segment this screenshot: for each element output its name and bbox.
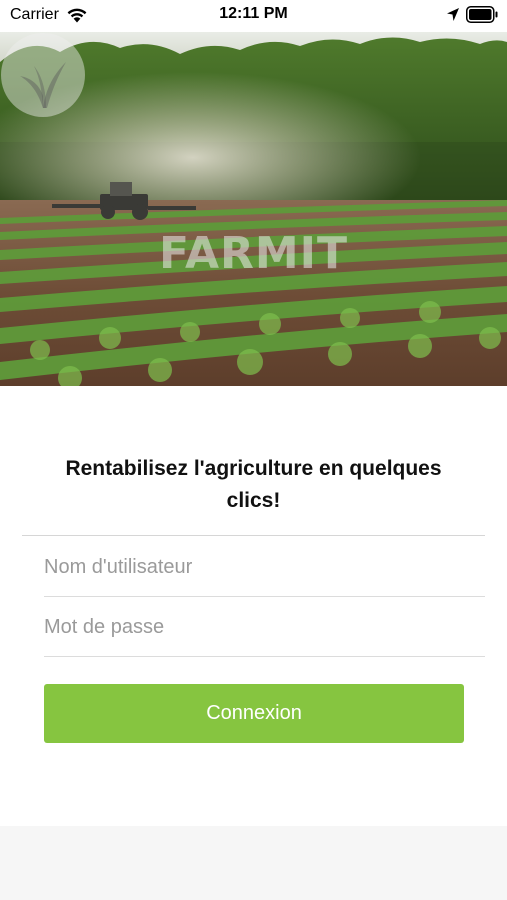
status-bar: Carrier 12:11 PM xyxy=(0,0,507,32)
footer-bar xyxy=(0,826,507,900)
divider xyxy=(44,656,485,657)
tagline: Rentabilisez l'agriculture en quelques c… xyxy=(65,457,442,512)
brand-logo: FARMIT xyxy=(0,32,507,386)
status-time: 12:11 PM xyxy=(219,5,288,22)
battery-icon xyxy=(466,6,498,23)
divider xyxy=(44,596,485,597)
divider xyxy=(22,535,485,536)
sprout-logo-icon xyxy=(1,33,85,117)
location-icon xyxy=(447,8,459,21)
hero-image: FARMIT xyxy=(0,32,507,386)
username-input[interactable] xyxy=(44,538,485,596)
login-button[interactable]: Connexion xyxy=(44,684,464,743)
password-input[interactable] xyxy=(44,598,485,656)
brand-name: FARMIT xyxy=(158,228,349,279)
